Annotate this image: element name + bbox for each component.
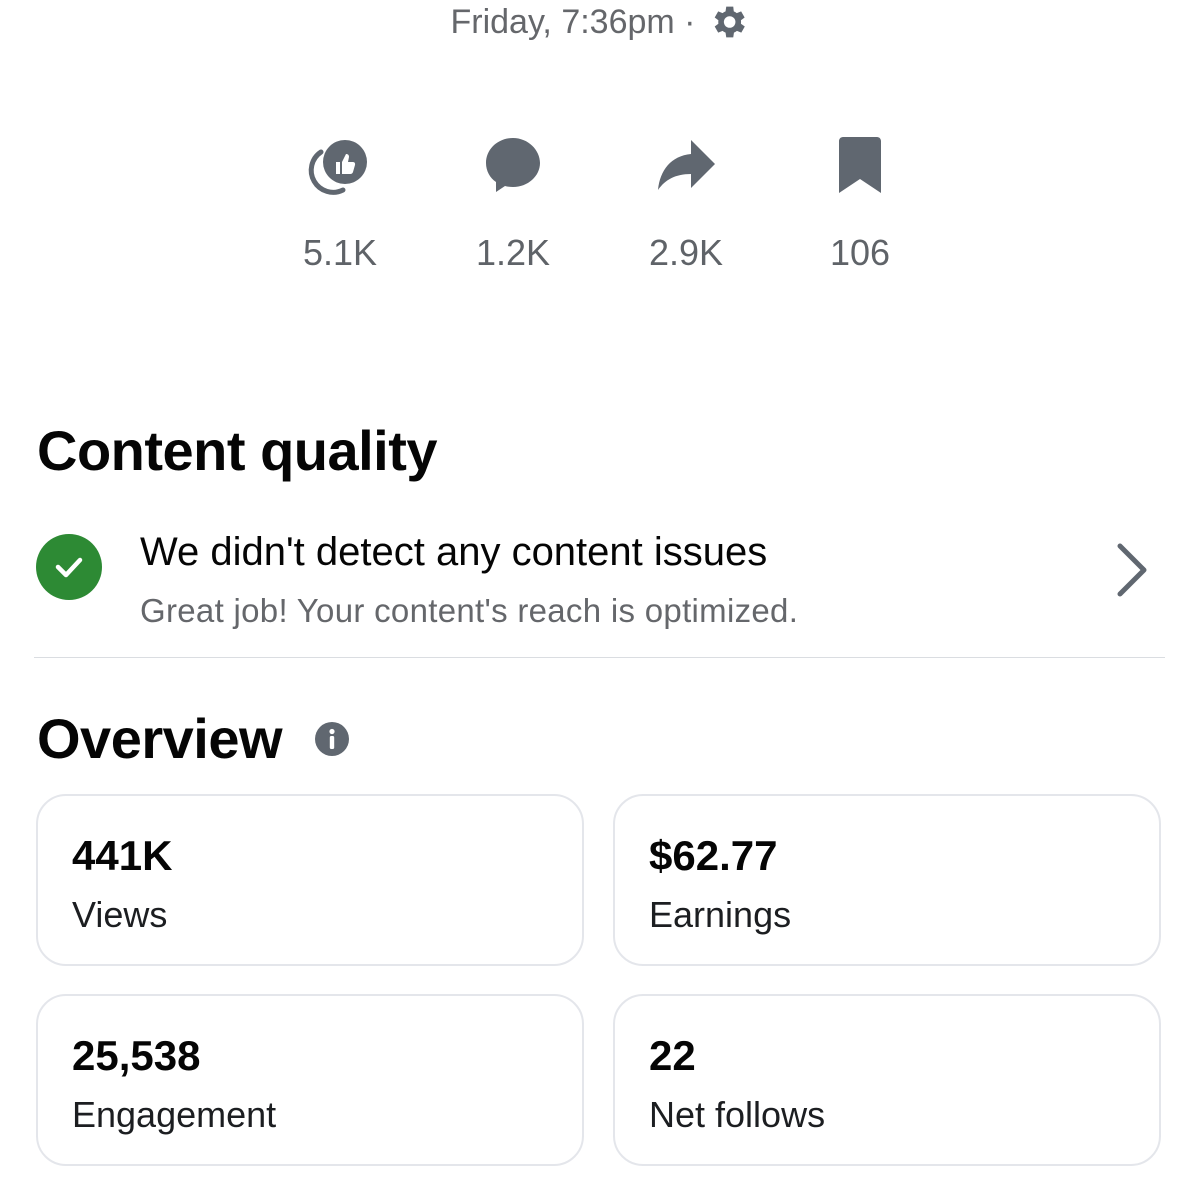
engagement-label: Engagement	[72, 1094, 277, 1135]
content-quality-status-subtitle: Great job! Your content's reach is optim…	[140, 592, 799, 629]
info-icon[interactable]	[314, 721, 350, 757]
chevron-right-icon[interactable]	[1114, 542, 1150, 598]
engagement-value: 25,538	[72, 1032, 201, 1079]
stat-comments[interactable]: 1.2K	[438, 130, 588, 274]
share-icon	[651, 130, 721, 200]
bookmark-icon	[825, 130, 895, 200]
section-divider	[34, 657, 1165, 658]
stat-saves-value: 106	[829, 232, 891, 273]
stat-comments-value: 1.2K	[475, 232, 551, 273]
overview-heading: Overview	[37, 707, 283, 770]
gear-icon[interactable]	[706, 0, 750, 44]
overview-card-net-follows[interactable]: 22 Net follows	[613, 994, 1161, 1166]
overview-card-views[interactable]: 441K Views	[36, 794, 584, 966]
stat-reactions[interactable]: 5.1K	[265, 130, 415, 274]
overview-card-engagement[interactable]: 25,538 Engagement	[36, 994, 584, 1166]
reactions-icon	[305, 130, 375, 200]
net-follows-value: 22	[649, 1032, 696, 1079]
stat-shares[interactable]: 2.9K	[611, 130, 761, 274]
net-follows-label: Net follows	[649, 1094, 826, 1135]
overview-card-earnings[interactable]: $62.77 Earnings	[613, 794, 1161, 966]
earnings-value: $62.77	[649, 832, 778, 879]
comment-icon	[478, 130, 548, 200]
stat-saves[interactable]: 106	[785, 130, 935, 274]
views-value: 441K	[72, 832, 173, 879]
earnings-label: Earnings	[649, 894, 792, 935]
content-quality-heading: Content quality	[37, 419, 438, 482]
stat-shares-value: 2.9K	[648, 232, 724, 273]
post-timestamp: Friday, 7:36pm ·	[450, 2, 696, 41]
post-timestamp-row: Friday, 7:36pm ·	[0, 0, 1200, 44]
content-quality-status[interactable]: We didn't detect any content issues Grea…	[36, 520, 1164, 640]
content-quality-status-title: We didn't detect any content issues	[140, 530, 768, 574]
check-circle-icon	[36, 534, 102, 600]
views-label: Views	[72, 894, 168, 935]
post-stats: 5.1K 1.2K 2.9K 106	[0, 130, 1200, 280]
stat-reactions-value: 5.1K	[302, 232, 378, 273]
